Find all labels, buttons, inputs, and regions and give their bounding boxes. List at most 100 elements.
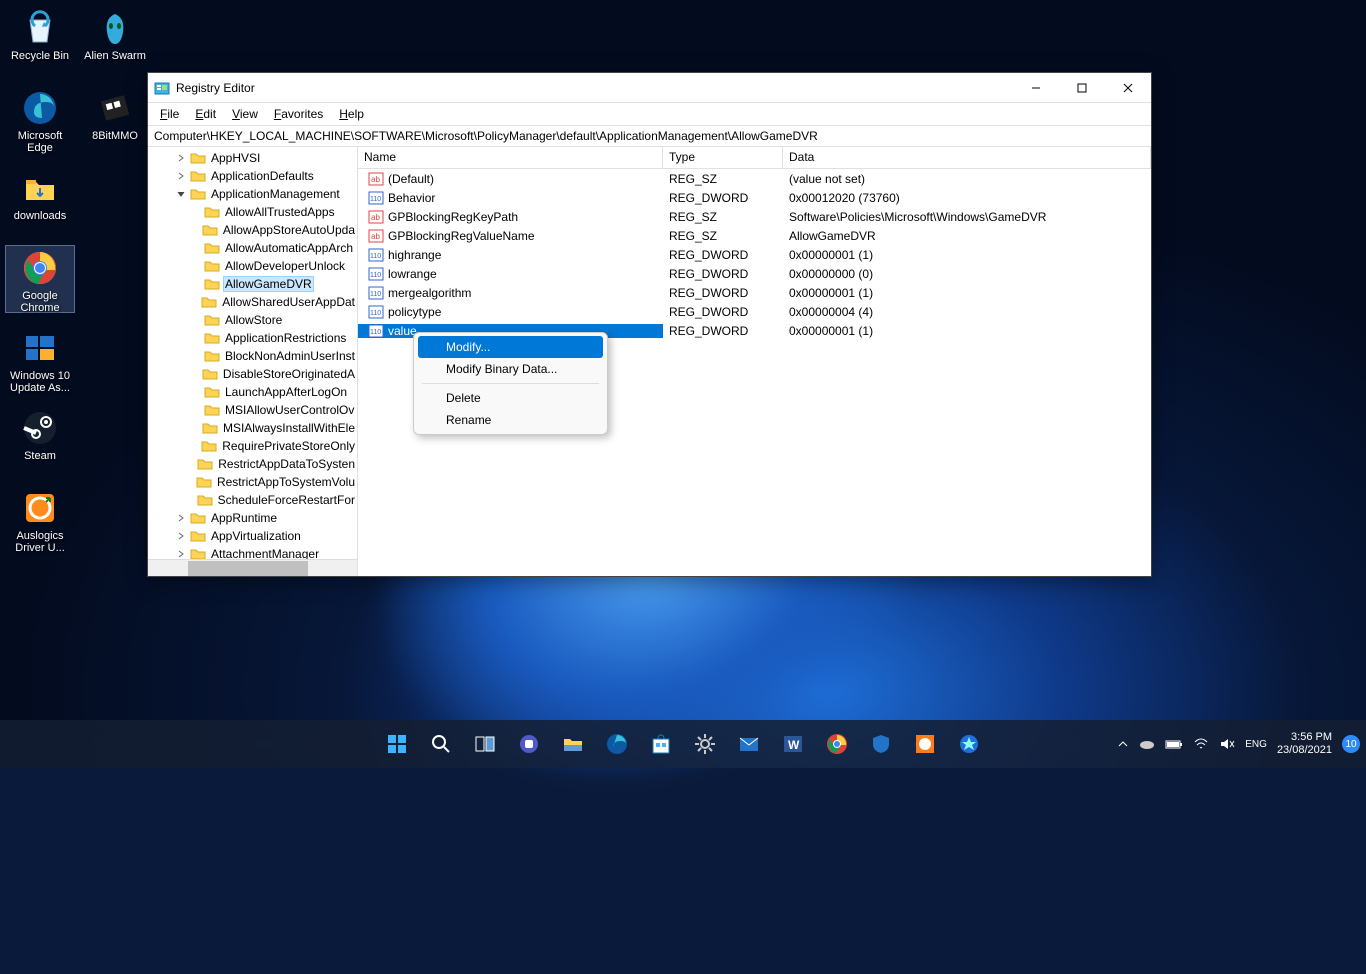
taskbar-app2-icon[interactable] [949, 724, 989, 764]
column-type[interactable]: Type [663, 147, 783, 168]
taskbar-search-icon[interactable] [421, 724, 461, 764]
tree-node[interactable]: AppVirtualization [148, 527, 357, 545]
taskbar-word-icon[interactable]: W [773, 724, 813, 764]
tree-node[interactable]: ApplicationDefaults [148, 167, 357, 185]
menu-file[interactable]: File [152, 105, 187, 123]
tree-node[interactable]: MSIAlwaysInstallWithEle [148, 419, 357, 437]
listview-header[interactable]: Name Type Data [358, 147, 1151, 169]
minimize-button[interactable] [1013, 73, 1059, 103]
window-title: Registry Editor [176, 81, 1013, 95]
expand-icon[interactable] [176, 549, 190, 559]
system-tray[interactable]: ENG 3:56 PM 23/08/2021 10 [1117, 731, 1360, 757]
expand-icon[interactable] [176, 171, 190, 181]
maximize-button[interactable] [1059, 73, 1105, 103]
desktop-icon-auslogics[interactable]: Auslogics Driver U... [5, 485, 75, 553]
tree-node[interactable]: BlockNonAdminUserInst [148, 347, 357, 365]
svg-text:110: 110 [370, 196, 381, 203]
taskbar-start-icon[interactable] [377, 724, 417, 764]
registry-tree[interactable]: AppHVSI ApplicationDefaults ApplicationMan… [148, 147, 358, 576]
registry-value-row[interactable]: abGPBlockingRegValueNameREG_SZAllowGameD… [358, 226, 1151, 245]
onedrive-icon[interactable] [1139, 738, 1155, 750]
registry-value-row[interactable]: abGPBlockingRegKeyPathREG_SZSoftware\Pol… [358, 207, 1151, 226]
tree-node[interactable]: AllowStore [148, 311, 357, 329]
tree-node[interactable]: AllowAutomaticAppArch [148, 239, 357, 257]
value-name: (Default) [388, 172, 434, 186]
taskbar-chat-icon[interactable] [509, 724, 549, 764]
tree-node[interactable]: AllowAllTrustedApps [148, 203, 357, 221]
context-menu-item[interactable]: Delete [418, 387, 603, 409]
expand-icon[interactable] [176, 531, 190, 541]
desktop-icon-google-chrome[interactable]: Google Chrome [5, 245, 75, 313]
tree-node-label: AllowAutomaticAppArch [223, 241, 355, 255]
context-menu-item[interactable]: Rename [418, 409, 603, 431]
tray-chevron-icon[interactable] [1117, 738, 1129, 750]
value-name: lowrange [388, 267, 437, 281]
taskbar-mail-icon[interactable] [729, 724, 769, 764]
registry-value-row[interactable]: 110lowrangeREG_DWORD0x00000000 (0) [358, 264, 1151, 283]
close-button[interactable] [1105, 73, 1151, 103]
tree-node-label: AllowAllTrustedApps [223, 205, 337, 219]
desktop-icon-downloads-folder[interactable]: downloads [5, 165, 75, 233]
desktop-icon-8bitmmo[interactable]: 8BitMMO [80, 85, 150, 153]
registry-value-row[interactable]: ab(Default)REG_SZ(value not set) [358, 169, 1151, 188]
menu-favorites[interactable]: Favorites [266, 105, 331, 123]
taskbar: W ENG 3:56 PM 23/08/2021 10 [0, 720, 1366, 768]
titlebar[interactable]: Registry Editor [148, 73, 1151, 103]
registry-value-row[interactable]: 110mergealgorithmREG_DWORD0x00000001 (1) [358, 283, 1151, 302]
tree-node[interactable]: AppHVSI [148, 149, 357, 167]
taskbar-clock[interactable]: 3:56 PM 23/08/2021 [1277, 731, 1332, 757]
tree-node[interactable]: AllowDeveloperUnlock [148, 257, 357, 275]
svg-text:ab: ab [371, 232, 380, 241]
context-menu-item[interactable]: Modify Binary Data... [418, 358, 603, 380]
tree-node[interactable]: AllowGameDVR [148, 275, 357, 293]
taskbar-edge-icon[interactable] [597, 724, 637, 764]
tree-node[interactable]: AppRuntime [148, 509, 357, 527]
menu-view[interactable]: View [224, 105, 266, 123]
expand-icon[interactable] [176, 153, 190, 163]
registry-value-row[interactable]: 110highrangeREG_DWORD0x00000001 (1) [358, 245, 1151, 264]
column-data[interactable]: Data [783, 147, 1151, 168]
taskbar-settings-icon[interactable] [685, 724, 725, 764]
address-bar[interactable]: Computer\HKEY_LOCAL_MACHINE\SOFTWARE\Mic… [148, 125, 1151, 147]
expand-icon[interactable] [176, 513, 190, 523]
taskbar-store-icon[interactable] [641, 724, 681, 764]
taskbar-chrome-icon[interactable] [817, 724, 857, 764]
desktop-icons-col2: Alien Swarm 8BitMMO [80, 5, 150, 165]
volume-icon[interactable] [1219, 738, 1235, 750]
tree-node-label: ApplicationDefaults [209, 169, 316, 183]
tree-node[interactable]: AllowAppStoreAutoUpda [148, 221, 357, 239]
registry-value-row[interactable]: 110policytypeREG_DWORD0x00000004 (4) [358, 302, 1151, 321]
value-data: Software\Policies\Microsoft\Windows\Game… [783, 210, 1151, 224]
wifi-icon[interactable] [1193, 738, 1209, 750]
folder-icon [204, 331, 220, 345]
taskbar-security-icon[interactable] [861, 724, 901, 764]
tree-horizontal-scrollbar[interactable] [148, 559, 357, 576]
tree-node[interactable]: ApplicationRestrictions [148, 329, 357, 347]
menu-help[interactable]: Help [331, 105, 372, 123]
expand-icon[interactable] [176, 189, 190, 199]
language-icon[interactable]: ENG [1245, 739, 1267, 750]
menu-edit[interactable]: Edit [187, 105, 224, 123]
tree-node[interactable]: ScheduleForceRestartFor [148, 491, 357, 509]
taskbar-app1-icon[interactable] [905, 724, 945, 764]
battery-icon[interactable] [1165, 738, 1183, 750]
registry-value-row[interactable]: 110BehaviorREG_DWORD0x00012020 (73760) [358, 188, 1151, 207]
taskbar-taskview-icon[interactable] [465, 724, 505, 764]
desktop-icon-windows-10-update[interactable]: Windows 10 Update As... [5, 325, 75, 393]
notifications-badge[interactable]: 10 [1342, 735, 1360, 753]
desktop-icon-recycle-bin[interactable]: Recycle Bin [5, 5, 75, 73]
taskbar-explorer-icon[interactable] [553, 724, 593, 764]
tree-node[interactable]: RestrictAppDataToSysten [148, 455, 357, 473]
tree-node[interactable]: LaunchAppAfterLogOn [148, 383, 357, 401]
context-menu-item[interactable]: Modify... [418, 336, 603, 358]
tree-node[interactable]: AllowSharedUserAppDat [148, 293, 357, 311]
tree-node[interactable]: RequirePrivateStoreOnly [148, 437, 357, 455]
tree-node[interactable]: RestrictAppToSystemVolu [148, 473, 357, 491]
desktop-icon-alien-swarm[interactable]: Alien Swarm [80, 5, 150, 73]
column-name[interactable]: Name [358, 147, 663, 168]
tree-node[interactable]: MSIAllowUserControlOv [148, 401, 357, 419]
tree-node[interactable]: ApplicationManagement [148, 185, 357, 203]
desktop-icon-microsoft-edge[interactable]: Microsoft Edge [5, 85, 75, 153]
desktop-icon-steam[interactable]: Steam [5, 405, 75, 473]
tree-node[interactable]: DisableStoreOriginatedA [148, 365, 357, 383]
